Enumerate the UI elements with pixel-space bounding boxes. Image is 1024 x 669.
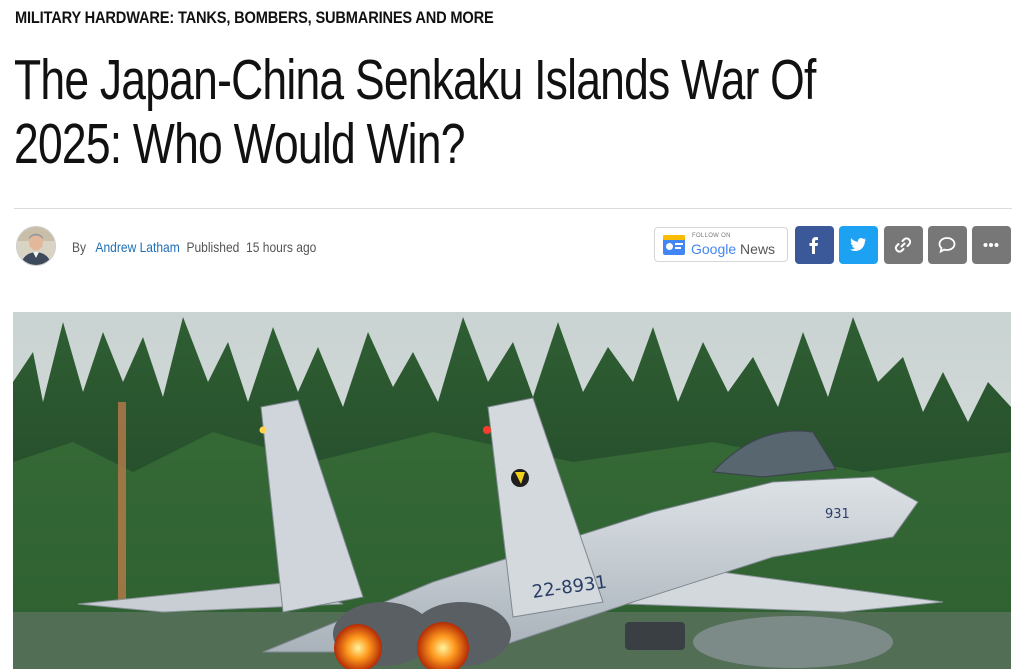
author-link[interactable]: Andrew Latham bbox=[95, 239, 179, 255]
published-label: Published bbox=[186, 239, 240, 255]
category-label[interactable]: MILITARY HARDWARE: TANKS, BOMBERS, SUBMA… bbox=[15, 8, 494, 28]
author-avatar[interactable] bbox=[16, 226, 56, 266]
comment-button[interactable] bbox=[928, 226, 967, 264]
link-icon bbox=[894, 237, 912, 253]
more-share-button[interactable] bbox=[972, 226, 1011, 264]
copy-link-button[interactable] bbox=[884, 226, 923, 264]
follow-on-label: FOLLOW ON bbox=[692, 233, 731, 239]
divider bbox=[14, 208, 1012, 209]
news-label: News bbox=[740, 241, 776, 257]
hero-image: 22-8931 931 bbox=[13, 312, 1011, 669]
follow-google-news-button[interactable]: FOLLOW ON Google News bbox=[654, 227, 788, 262]
fighter-jet-photo: 22-8931 931 bbox=[13, 312, 1011, 669]
nose-number: 931 bbox=[825, 507, 850, 522]
google-label: Google bbox=[691, 241, 737, 257]
facebook-icon bbox=[809, 237, 818, 254]
facebook-share-button[interactable] bbox=[795, 226, 834, 264]
comment-icon bbox=[938, 237, 956, 254]
more-icon bbox=[983, 243, 999, 247]
by-label: By bbox=[72, 239, 87, 255]
google-news-icon bbox=[663, 235, 685, 255]
published-time: 15 hours ago bbox=[246, 239, 317, 255]
twitter-share-button[interactable] bbox=[839, 226, 878, 264]
article-title: The Japan-China Senkaku Islands War Of 2… bbox=[14, 48, 816, 176]
byline: By Andrew Latham Published 15 hours ago bbox=[72, 239, 316, 255]
twitter-icon bbox=[850, 237, 866, 251]
